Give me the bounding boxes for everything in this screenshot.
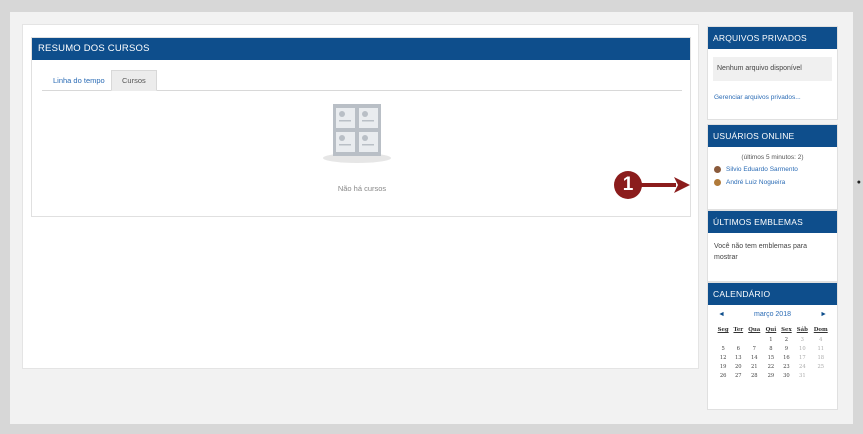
- calendar-day: 5: [721, 345, 725, 352]
- tab-timeline[interactable]: Linha do tempo: [42, 70, 116, 91]
- calendar-day: 31: [799, 372, 806, 379]
- calendar-day: [810, 371, 831, 380]
- calendar-day: 10: [799, 345, 806, 352]
- calendar-day: 17: [799, 354, 806, 361]
- online-user-name[interactable]: André Luiz Nogueira: [726, 179, 785, 186]
- avatar: [714, 179, 721, 186]
- course-overview-title: RESUMO DOS CURSOS: [32, 38, 690, 60]
- calendar-day: [715, 335, 731, 344]
- annotation-arrow-icon: [640, 177, 690, 193]
- badges-title: ÚLTIMOS EMBLEMAS: [708, 211, 837, 233]
- calendar-day: 4: [819, 336, 823, 343]
- calendar-table: Seg Ter Qua Qui Sex Sáb Dom 1 2 3 4 5 6: [715, 325, 831, 380]
- weekday-header: Qui: [765, 327, 777, 333]
- calendar-day: 13: [735, 354, 742, 361]
- calendar-day: 21: [750, 363, 758, 370]
- weekday-header: Qua: [748, 327, 761, 333]
- no-badges-message: Você não tem emblemas para mostrar: [714, 243, 807, 261]
- calendar-day: 29: [767, 372, 775, 379]
- calendar-block: CALENDÁRIO ◄ março 2018 ► Seg Ter Qua Qu…: [707, 282, 838, 410]
- calendar-day: 20: [735, 363, 742, 370]
- online-users-subtitle: (últimos 5 minutos: 2): [741, 154, 804, 161]
- calendar-day: 11: [817, 345, 825, 352]
- online-user-name[interactable]: Silvio Eduardo Sarmento: [726, 166, 798, 173]
- weekday-header: Sáb: [796, 327, 808, 333]
- calendar-day: 16: [783, 354, 790, 361]
- avatar: [714, 166, 721, 173]
- calendar-month[interactable]: março 2018: [708, 311, 837, 318]
- calendar-day: 22: [767, 363, 775, 370]
- message-icon[interactable]: ●: [857, 178, 861, 187]
- weekday-header: Ter: [733, 327, 744, 333]
- calendar-day: 1: [769, 336, 773, 343]
- calendar-day: 27: [735, 372, 742, 379]
- course-overview-block: RESUMO DOS CURSOS Linha do tempo Cursos …: [31, 37, 691, 217]
- calendar-day: 25: [817, 363, 825, 370]
- private-files-title: ARQUIVOS PRIVADOS: [708, 27, 837, 49]
- no-files-message: Nenhum arquivo disponível: [713, 57, 832, 81]
- empty-courses-message: Não há cursos: [337, 184, 387, 193]
- online-user-item[interactable]: Silvio Eduardo Sarmento: [714, 165, 837, 174]
- badges-block: ÚLTIMOS EMBLEMAS Você não tem emblemas p…: [707, 210, 838, 282]
- calendar-day: 6: [736, 345, 740, 352]
- calendar-day: 24: [799, 363, 806, 370]
- calendar-day: 30: [783, 372, 790, 379]
- empty-courses-illustration: [323, 104, 391, 163]
- course-overview-tabs: Linha do tempo Cursos: [42, 70, 682, 91]
- calendar-day: 8: [769, 345, 773, 352]
- online-user-item[interactable]: André Luiz Nogueira ●: [714, 178, 861, 187]
- online-users-block: USUÁRIOS ONLINE (últimos 5 minutos: 2) S…: [707, 124, 861, 210]
- weekday-header: Dom: [813, 327, 828, 333]
- calendar-day: [731, 335, 745, 344]
- weekday-header: Sex: [781, 327, 792, 333]
- online-users-title: USUÁRIOS ONLINE: [708, 125, 837, 147]
- calendar-day: 3: [800, 336, 804, 343]
- calendar-day: 19: [719, 363, 727, 370]
- calendar-day: [745, 335, 763, 344]
- calendar-day: 2: [784, 336, 789, 343]
- weekday-header: Seg: [717, 327, 729, 333]
- tab-courses[interactable]: Cursos: [111, 70, 157, 91]
- calendar-day: 28: [750, 372, 758, 379]
- annotation-marker: 1: [614, 171, 642, 199]
- calendar-day: 23: [783, 363, 790, 370]
- calendar-day: 18: [817, 354, 825, 361]
- main-content: RESUMO DOS CURSOS Linha do tempo Cursos …: [22, 24, 699, 369]
- calendar-day: 15: [767, 354, 775, 361]
- calendar-day: 7: [752, 345, 756, 352]
- calendar-nav: ◄ março 2018 ►: [708, 311, 837, 325]
- calendar-day: 9: [784, 345, 789, 352]
- calendar-next-icon[interactable]: ►: [820, 311, 827, 318]
- calendar-title: CALENDÁRIO: [708, 283, 837, 305]
- calendar-day: 26: [719, 372, 727, 379]
- calendar-day: 12: [719, 354, 727, 361]
- manage-private-files-link[interactable]: Gerenciar arquivos privados...: [714, 94, 831, 101]
- calendar-day: 14: [750, 354, 758, 361]
- private-files-block: ARQUIVOS PRIVADOS Nenhum arquivo disponí…: [707, 26, 838, 120]
